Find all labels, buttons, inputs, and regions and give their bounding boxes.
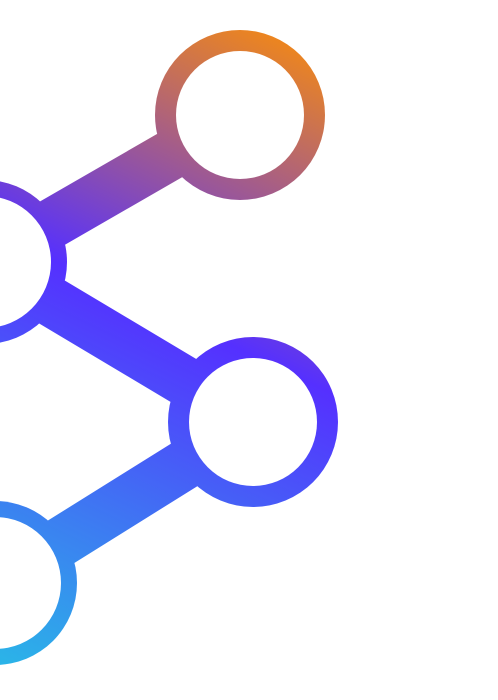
node-ring-top: [155, 30, 325, 200]
connected-nodes-network-icon: [0, 30, 338, 665]
node-ring-middle: [168, 337, 338, 507]
network-graphic-canvas: [0, 0, 498, 700]
